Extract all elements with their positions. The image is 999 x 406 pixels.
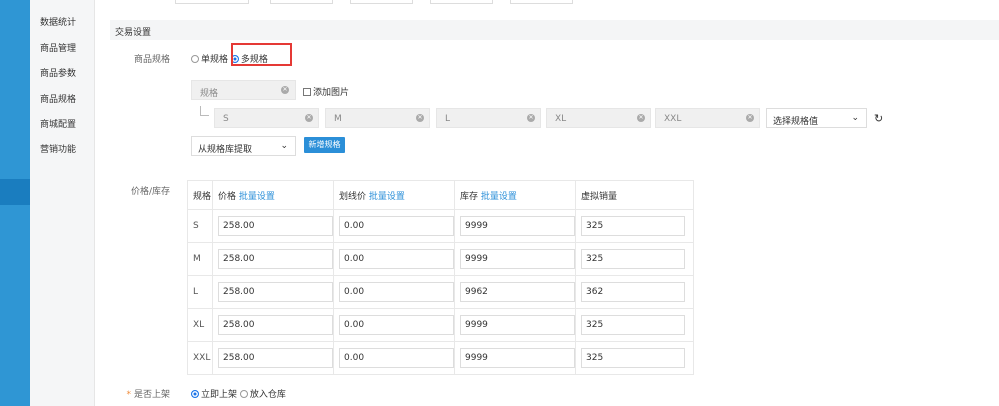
checkbox-icon[interactable] [303,88,311,96]
sidebar-item-product-management[interactable]: 商品管理 [40,41,76,54]
col-spec-header: 规格 [187,180,213,210]
sidebar-item-mall-config[interactable]: 商城配置 [40,117,76,130]
col-price-header: 价格 批量设置 [212,180,334,210]
price-input[interactable]: 258.00 [218,315,333,335]
virtual-sales-input[interactable]: 325 [581,216,685,236]
top-field-edge[interactable] [175,0,249,4]
stock-input[interactable]: 9999 [460,348,575,368]
sidebar-item-product-params[interactable]: 商品参数 [40,66,76,79]
spec-value-input-s[interactable]: S ✕ [214,108,319,128]
table-header-row: 规格 价格 批量设置 划线价 批量设置 库存 批量设置 虚拟销量 [187,180,694,210]
price-stock-label: 价格/库存 [130,187,170,197]
radio-checked-icon[interactable] [191,390,199,398]
sidebar-item-data-stats[interactable]: 数据统计 [40,15,76,28]
top-field-edge[interactable] [510,0,573,4]
stock-input[interactable]: 9999 [460,249,575,269]
tree-connector [200,106,209,116]
spec-price-table: 规格 价格 批量设置 划线价 批量设置 库存 批量设置 虚拟销量 S 258.0… [187,180,694,375]
batch-set-stock-link[interactable]: 批量设置 [481,192,517,202]
virtual-sales-input[interactable]: 325 [581,249,685,269]
clear-icon[interactable]: ✕ [416,114,424,122]
sidebar-item-product-specs[interactable]: 商品规格 [40,92,76,105]
line-price-input[interactable]: 0.00 [339,282,454,302]
table-row: S 258.00 0.00 9999 325 [187,209,694,243]
radio-icon[interactable] [191,55,199,63]
spec-type-label: 商品规格 [133,55,170,65]
refresh-icon[interactable]: ↻ [874,112,883,125]
listing-label: * 是否上架 [126,390,170,400]
spec-value-input-xl[interactable]: XL ✕ [546,108,651,128]
app-nav-active-item[interactable] [0,179,30,205]
main-content: 交易设置 商品规格 单规格 多规格 规格 ✕ 添加图片 S ✕ M ✕ L ✕ … [95,0,999,406]
stock-input[interactable]: 9962 [460,282,575,302]
single-spec-option[interactable]: 单规格 [191,55,228,65]
col-line-price-header: 划线价 批量设置 [333,180,455,210]
radio-icon[interactable] [239,390,248,398]
stock-input[interactable]: 9999 [460,315,575,335]
virtual-sales-input[interactable]: 325 [581,348,685,368]
batch-set-line-price-link[interactable]: 批量设置 [369,192,405,202]
row-size: S [187,209,213,243]
price-input[interactable]: 258.00 [218,282,333,302]
spec-library-select[interactable]: 从规格库提取 ⌄ [191,136,296,156]
stock-input[interactable]: 9999 [460,216,575,236]
section-header: 交易设置 [110,20,999,40]
table-row: XXL 258.00 0.00 9999 325 [187,341,694,375]
table-row: M 258.00 0.00 9999 325 [187,242,694,276]
clear-icon[interactable]: ✕ [527,114,535,122]
top-field-edge[interactable] [350,0,413,4]
row-size: XXL [187,341,213,375]
top-field-edge[interactable] [430,0,493,4]
line-price-input[interactable]: 0.00 [339,216,454,236]
chevron-down-icon: ⌄ [280,141,288,151]
spec-value-input-m[interactable]: M ✕ [325,108,430,128]
line-price-input[interactable]: 0.00 [339,348,454,368]
price-input[interactable]: 258.00 [218,348,333,368]
row-size: M [187,242,213,276]
virtual-sales-input[interactable]: 362 [581,282,685,302]
spec-value-input-xxl[interactable]: XXL ✕ [655,108,760,128]
line-price-input[interactable]: 0.00 [339,315,454,335]
add-image-checkbox[interactable]: 添加图片 [303,85,349,98]
col-stock-header: 库存 批量设置 [454,180,576,210]
row-size: XL [187,308,213,342]
chevron-down-icon: ⌄ [851,113,859,123]
listing-radio-group: 立即上架 放入仓库 [191,387,286,400]
section-title: 交易设置 [115,28,152,38]
table-row: L 258.00 0.00 9962 362 [187,275,694,309]
spec-name-input[interactable]: 规格 ✕ [191,80,296,100]
annotation-highlight-box [231,43,292,66]
to-warehouse-option[interactable]: 放入仓库 [239,390,286,400]
add-spec-button[interactable]: 新增规格 [304,137,345,153]
col-virtual-sales-header: 虚拟销量 [575,180,694,210]
price-input[interactable]: 258.00 [218,249,333,269]
line-price-input[interactable]: 0.00 [339,249,454,269]
price-input[interactable]: 258.00 [218,216,333,236]
app-nav-strip [0,0,30,406]
table-row: XL 258.00 0.00 9999 325 [187,308,694,342]
row-size: L [187,275,213,309]
clear-icon[interactable]: ✕ [305,114,313,122]
required-mark: * [126,390,131,400]
spec-value-select[interactable]: 选择规格值 ⌄ [766,108,867,128]
clear-icon[interactable]: ✕ [281,86,289,94]
top-field-edge[interactable] [270,0,333,4]
sidebar: 数据统计 商品管理 商品参数 商品规格 商城配置 营销功能 [30,0,95,406]
clear-icon[interactable]: ✕ [746,114,754,122]
virtual-sales-input[interactable]: 325 [581,315,685,335]
sidebar-item-marketing[interactable]: 营销功能 [40,142,76,155]
clear-icon[interactable]: ✕ [637,114,645,122]
list-now-option[interactable]: 立即上架 [191,390,237,400]
spec-value-input-l[interactable]: L ✕ [436,108,541,128]
batch-set-price-link[interactable]: 批量设置 [239,192,275,202]
